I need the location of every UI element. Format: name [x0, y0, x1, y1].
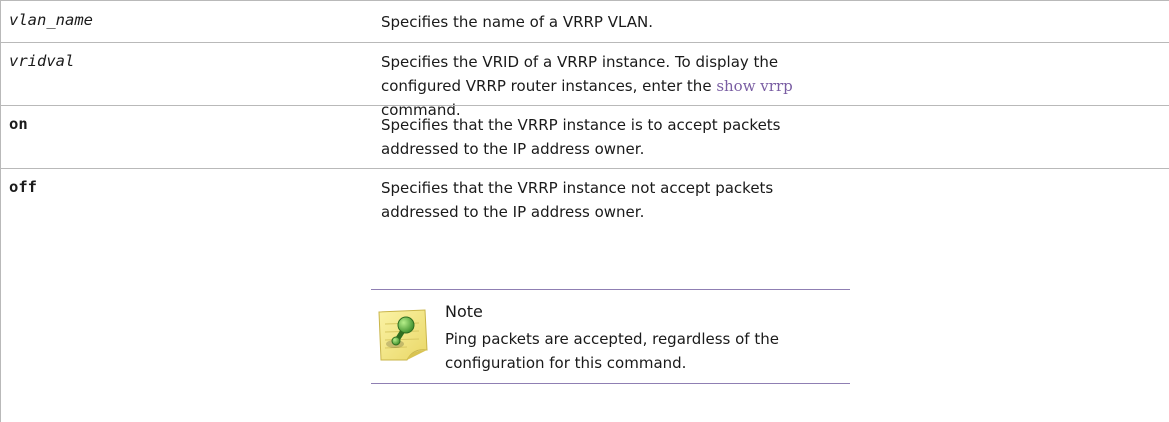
parameter-name: vlan_name [9, 11, 93, 29]
parameter-description: Specifies the name of a VRRP VLAN. [381, 13, 653, 31]
table-row: vlan_name Specifies the name of a VRRP V… [0, 0, 1169, 42]
parameter-table: vlan_name Specifies the name of a VRRP V… [0, 0, 1169, 422]
note-top-rule [371, 289, 850, 290]
command-link[interactable]: show vrrp [716, 77, 792, 95]
parameter-name: off [9, 178, 37, 196]
parameter-name: vridval [9, 52, 75, 70]
parameter-description: Specifies that the VRRP instance is to a… [381, 116, 781, 158]
note-icon [378, 309, 428, 361]
table-row: on Specifies that the VRRP instance is t… [0, 105, 1169, 168]
note-title: Note [445, 302, 483, 321]
note-body: Ping packets are accepted, regardless of… [445, 330, 779, 372]
note-bottom-rule [371, 383, 850, 384]
table-row: vridval Specifies the VRID of a VRRP ins… [0, 42, 1169, 119]
parameter-name: on [9, 115, 28, 133]
parameter-description: Specifies that the VRRP instance not acc… [381, 179, 774, 221]
